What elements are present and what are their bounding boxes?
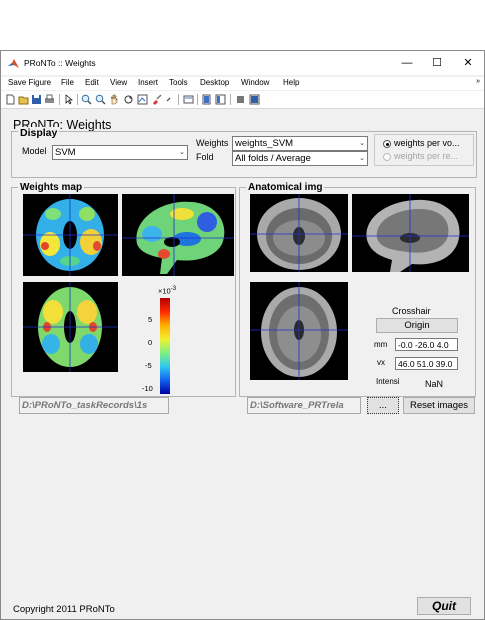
menu-help[interactable]: Help [283,78,299,87]
display-panel: Display Model SVM ⌄ Weights weights_SVM … [11,127,477,178]
menu-desktop[interactable]: Desktop [200,78,229,87]
data-cursor-icon[interactable] [137,94,148,105]
toolbar-separator [59,94,60,105]
menu-window[interactable]: Window [241,78,269,87]
rotate-icon[interactable] [123,94,134,105]
model-select[interactable]: SVM ⌄ [52,145,188,160]
weights-axial-image[interactable] [23,194,118,276]
show-tools-icon[interactable] [235,94,246,105]
toolbar-separator [230,94,231,105]
colorbar-tick-5: 5 [148,315,153,324]
colorbar-icon[interactable] [183,94,194,105]
pronto-weights-window: PRoNTo :: Weights — ☐ ✕ Save Figure File… [0,50,485,620]
crosshair-label: Crosshair [392,306,431,316]
menu-bar: Save Figure File Edit View Insert Tools … [1,77,484,90]
copyright-text: Copyright 2011 PRoNTo [13,604,115,615]
plot-tools-icon[interactable] [249,94,260,105]
link-icon[interactable] [163,94,174,105]
toolbar-separator [197,94,198,105]
weights-sagittal-image[interactable] [122,194,234,276]
fold-select[interactable]: All folds / Average ⌄ [232,151,368,166]
toolbar-separator [77,94,78,105]
mm-coordinates-field[interactable]: -0.0 -26.0 4.0 [395,338,458,351]
menu-insert[interactable]: Insert [138,78,158,87]
open-folder-icon[interactable] [18,94,29,105]
maximize-button[interactable]: ☐ [423,54,451,72]
display-panel-title: Display [18,127,60,139]
anatomical-path-field[interactable]: D:\Software_PRTrela [247,397,361,414]
weights-type-group: weights per vo... weights per re... [374,134,474,166]
intensity-label: Intensi [376,377,400,386]
weights-map-panel: Weights map ×10-3 5 0 -5 -10 [11,182,236,397]
anatomical-axial-svg [250,194,348,272]
weights-coronal-image[interactable] [23,282,118,372]
zoom-out-icon[interactable] [95,94,106,105]
vx-coordinates-field[interactable]: 46.0 51.0 39.0 [395,357,458,370]
colorbar-power: -3 [170,286,177,292]
print-icon[interactable] [44,94,55,105]
chevron-down-icon: ⌄ [179,149,185,156]
menu-file[interactable]: File [61,78,74,87]
weights-map-title: Weights map [18,182,85,193]
mm-label: mm [374,340,388,349]
weights-path-field[interactable]: D:\PRoNTo_taskRecords\1s [19,397,169,414]
menu-tools[interactable]: Tools [169,78,188,87]
colorbar-tick-minus-5: -5 [145,361,152,370]
intensity-value: NaN [425,379,444,389]
weights-per-voxel-radio[interactable] [383,140,391,148]
window-title: PRoNTo :: Weights [24,58,96,68]
save-icon[interactable] [31,94,42,105]
figure-client-area: PRoNTo: Weights Display Model SVM ⌄ Weig… [1,109,484,619]
colorbar-tick-minus-10: -10 [142,384,153,393]
anatomical-title: Anatomical img [246,182,325,193]
zoom-in-icon[interactable] [81,94,92,105]
menu-save-figure[interactable]: Save Figure [8,78,51,87]
weights-per-region-label[interactable]: weights per re... [394,151,458,161]
reset-images-button[interactable]: Reset images [403,397,475,414]
figure-toolbar [1,91,484,109]
anatomical-panel: Anatomical img Crosshair Origin mm -0.0 … [239,182,476,397]
weights-per-voxel-label[interactable]: weights per vo... [394,138,460,148]
weights-per-region-radio[interactable] [383,153,391,161]
pan-icon[interactable] [109,94,120,105]
colorbar [160,298,170,394]
minimize-button[interactable]: — [393,54,421,72]
weights-select[interactable]: weights_SVM ⌄ [232,136,368,151]
weights-select-value: weights_SVM [235,138,294,149]
colorbar-exponent: ×10-3 [158,286,177,296]
fold-select-value: All folds / Average [235,153,311,164]
toolbar-separator [178,94,179,105]
model-label: Model [22,146,47,156]
chevron-down-icon: ⌄ [359,155,365,162]
menu-overflow-icon[interactable]: » [476,78,480,85]
weights-coronal-svg [23,282,118,372]
chevron-down-icon: ⌄ [359,140,365,147]
vx-label: vx [377,358,385,367]
anatomical-sagittal-svg [352,194,469,272]
weights-label: Weights [196,138,229,148]
title-bar: PRoNTo :: Weights — ☐ ✕ [1,51,484,75]
origin-button[interactable]: Origin [376,318,458,333]
legend-icon[interactable] [201,94,212,105]
new-file-icon[interactable] [5,94,16,105]
close-button[interactable]: ✕ [454,54,482,72]
quit-button[interactable]: Quit [417,597,471,615]
anatomical-axial-image[interactable] [250,194,348,272]
weights-sagittal-svg [122,194,234,276]
hide-tools-icon[interactable] [215,94,226,105]
model-select-value: SVM [55,147,76,158]
anatomical-coronal-image[interactable] [250,282,348,380]
brush-icon[interactable] [151,94,162,105]
pointer-icon[interactable] [63,94,74,105]
browse-button[interactable]: ... [367,397,399,414]
anatomical-coronal-svg [250,282,348,380]
fold-label: Fold [196,152,214,162]
menu-view[interactable]: View [110,78,127,87]
matlab-logo-icon [8,59,19,68]
weights-axial-svg [23,194,118,276]
anatomical-sagittal-image[interactable] [352,194,469,272]
menu-edit[interactable]: Edit [85,78,99,87]
colorbar-tick-0: 0 [148,338,153,347]
